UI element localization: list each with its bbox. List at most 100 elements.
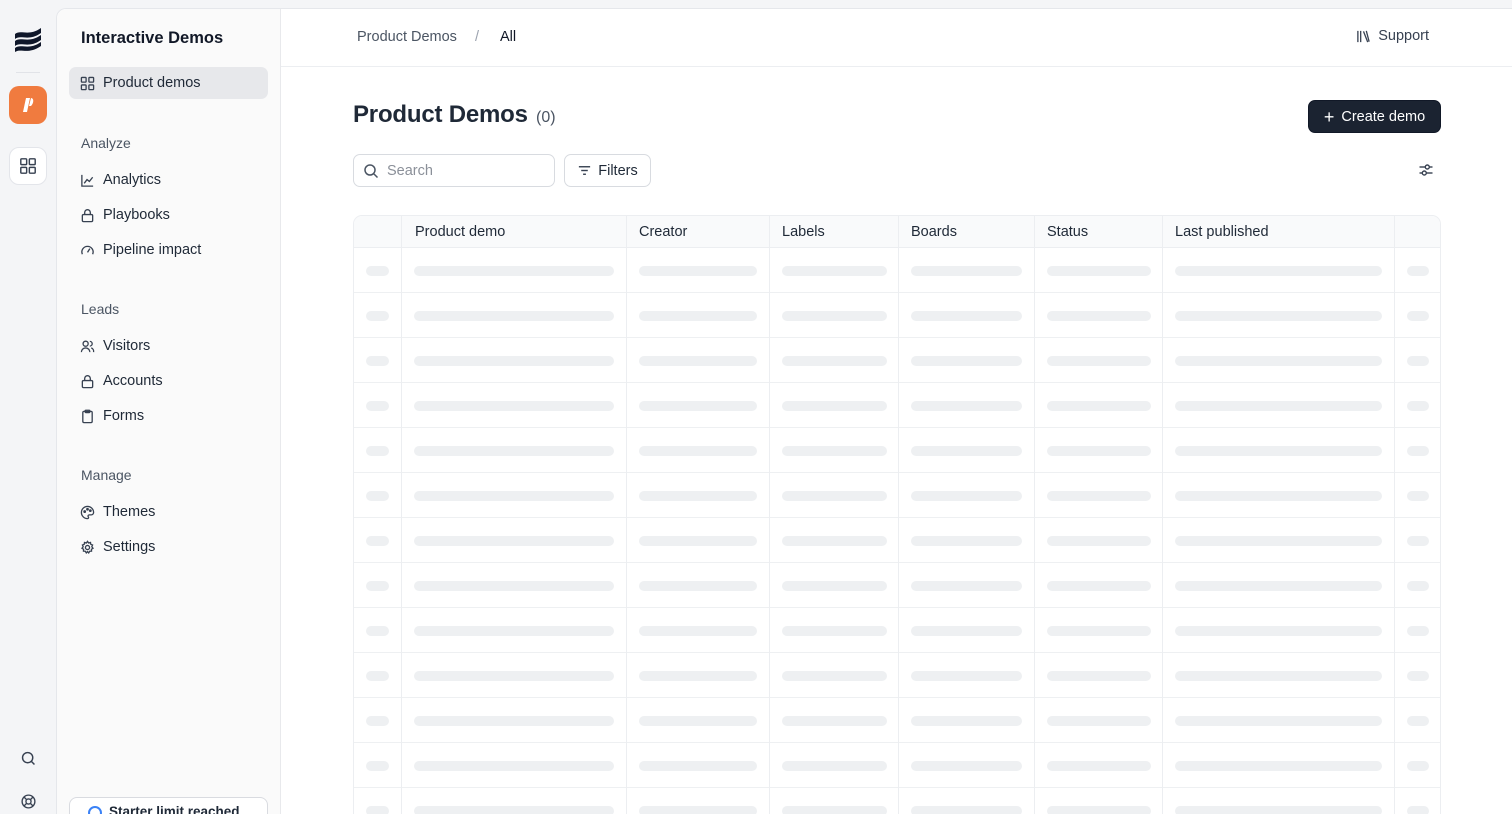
support-link[interactable]: Support <box>1356 28 1429 44</box>
column-header-boards[interactable]: Boards <box>911 224 957 240</box>
skeleton-placeholder <box>911 536 1022 546</box>
progress-ring-icon <box>88 806 102 814</box>
sidebar-item-label: Themes <box>103 504 156 520</box>
breadcrumb-product-demos[interactable]: Product Demos <box>357 29 457 45</box>
skeleton-placeholder <box>1047 581 1151 591</box>
sidebar-item-visitors[interactable]: Visitors <box>69 330 268 362</box>
sidebar-item-label: Product demos <box>103 75 201 91</box>
skeleton-placeholder <box>414 581 614 591</box>
demo-count: (0) <box>536 109 556 126</box>
skeleton-placeholder <box>366 806 389 814</box>
column-divider <box>401 216 402 814</box>
main-frame: Interactive Demos Product demos Analyze … <box>56 8 1512 814</box>
skeleton-placeholder <box>639 761 757 771</box>
skeleton-placeholder <box>1407 716 1429 726</box>
skeleton-placeholder <box>1407 581 1429 591</box>
skeleton-placeholder <box>782 446 887 456</box>
skeleton-placeholder <box>366 266 389 276</box>
skeleton-placeholder <box>1047 626 1151 636</box>
skeleton-placeholder <box>414 626 614 636</box>
skeleton-placeholder <box>1175 716 1382 726</box>
create-demo-button[interactable]: + Create demo <box>1308 100 1441 133</box>
sidebar: Interactive Demos Product demos Analyze … <box>57 9 281 814</box>
grid-icon[interactable] <box>9 147 47 185</box>
page-title: Product Demos <box>353 101 528 128</box>
skeleton-placeholder <box>366 446 389 456</box>
skeleton-placeholder <box>639 401 757 411</box>
create-demo-label: Create demo <box>1341 108 1426 125</box>
column-header-last-published[interactable]: Last published <box>1175 224 1269 240</box>
skeleton-placeholder <box>414 491 614 501</box>
sidebar-title: Interactive Demos <box>81 29 224 47</box>
column-divider <box>1162 216 1163 814</box>
app-logo-icon[interactable] <box>9 86 47 124</box>
sidebar-item-analytics[interactable]: Analytics <box>69 164 268 196</box>
sidebar-section-manage: Manage <box>81 467 132 483</box>
skeleton-placeholder <box>366 671 389 681</box>
skeleton-placeholder <box>782 401 887 411</box>
gear-icon <box>79 539 95 555</box>
skeleton-placeholder <box>911 356 1022 366</box>
skeleton-placeholder <box>639 671 757 681</box>
skeleton-placeholder <box>1407 491 1429 501</box>
column-header-creator[interactable]: Creator <box>639 224 687 240</box>
sidebar-item-accounts[interactable]: Accounts <box>69 365 268 397</box>
skeleton-placeholder <box>366 626 389 636</box>
main-content: Product Demos / All Support Product Demo… <box>281 9 1512 814</box>
skeleton-placeholder <box>1047 311 1151 321</box>
skeleton-placeholder <box>782 761 887 771</box>
skeleton-placeholder <box>911 806 1022 814</box>
column-divider <box>1394 216 1395 814</box>
view-options-icon[interactable] <box>1417 161 1435 179</box>
skeleton-placeholder <box>782 266 887 276</box>
skeleton-placeholder <box>1175 446 1382 456</box>
breadcrumb-all: All <box>500 29 517 45</box>
skeleton-placeholder <box>1047 401 1151 411</box>
skeleton-placeholder <box>639 356 757 366</box>
filters-button[interactable]: Filters <box>564 154 651 187</box>
skeleton-placeholder <box>911 491 1022 501</box>
sidebar-item-themes[interactable]: Themes <box>69 496 268 528</box>
sidebar-item-forms[interactable]: Forms <box>69 400 268 432</box>
skeleton-placeholder <box>911 716 1022 726</box>
sidebar-item-playbooks[interactable]: Playbooks <box>69 199 268 231</box>
skeleton-placeholder <box>1175 266 1382 276</box>
lock-icon <box>79 207 95 223</box>
skeleton-placeholder <box>414 356 614 366</box>
skeleton-placeholder <box>366 761 389 771</box>
sidebar-item-pipeline-impact[interactable]: Pipeline impact <box>69 234 268 266</box>
sidebar-item-product-demos[interactable]: Product demos <box>69 67 268 99</box>
column-header-product-demo[interactable]: Product demo <box>415 224 505 240</box>
skeleton-placeholder <box>366 491 389 501</box>
skeleton-placeholder <box>1047 356 1151 366</box>
skeleton-placeholder <box>1047 671 1151 681</box>
skeleton-placeholder <box>1407 536 1429 546</box>
sidebar-item-label: Pipeline impact <box>103 242 202 258</box>
skeleton-placeholder <box>911 266 1022 276</box>
skeleton-placeholder <box>911 671 1022 681</box>
skeleton-placeholder <box>1407 311 1429 321</box>
filter-icon <box>579 166 591 175</box>
sidebar-item-settings[interactable]: Settings <box>69 531 268 563</box>
column-divider <box>769 216 770 814</box>
skeleton-placeholder <box>414 266 614 276</box>
skeleton-placeholder <box>1407 626 1429 636</box>
skeleton-placeholder <box>782 671 887 681</box>
help-icon[interactable] <box>18 791 38 811</box>
skeleton-placeholder <box>414 761 614 771</box>
search-icon[interactable] <box>18 748 38 768</box>
column-header-status[interactable]: Status <box>1047 224 1088 240</box>
skeleton-placeholder <box>782 716 887 726</box>
search-box[interactable] <box>353 154 555 187</box>
starter-limit-banner[interactable]: Starter limit reached <box>69 797 268 814</box>
filters-label: Filters <box>598 162 638 179</box>
brand-wave-icon[interactable] <box>12 24 44 56</box>
search-input[interactable] <box>387 162 547 179</box>
skeleton-placeholder <box>1047 806 1151 814</box>
sidebar-item-label: Settings <box>103 539 156 555</box>
column-header-labels[interactable]: Labels <box>782 224 825 240</box>
skeleton-placeholder <box>1175 311 1382 321</box>
skeleton-placeholder <box>1175 401 1382 411</box>
skeleton-placeholder <box>366 581 389 591</box>
sidebar-item-label: Playbooks <box>103 207 170 223</box>
